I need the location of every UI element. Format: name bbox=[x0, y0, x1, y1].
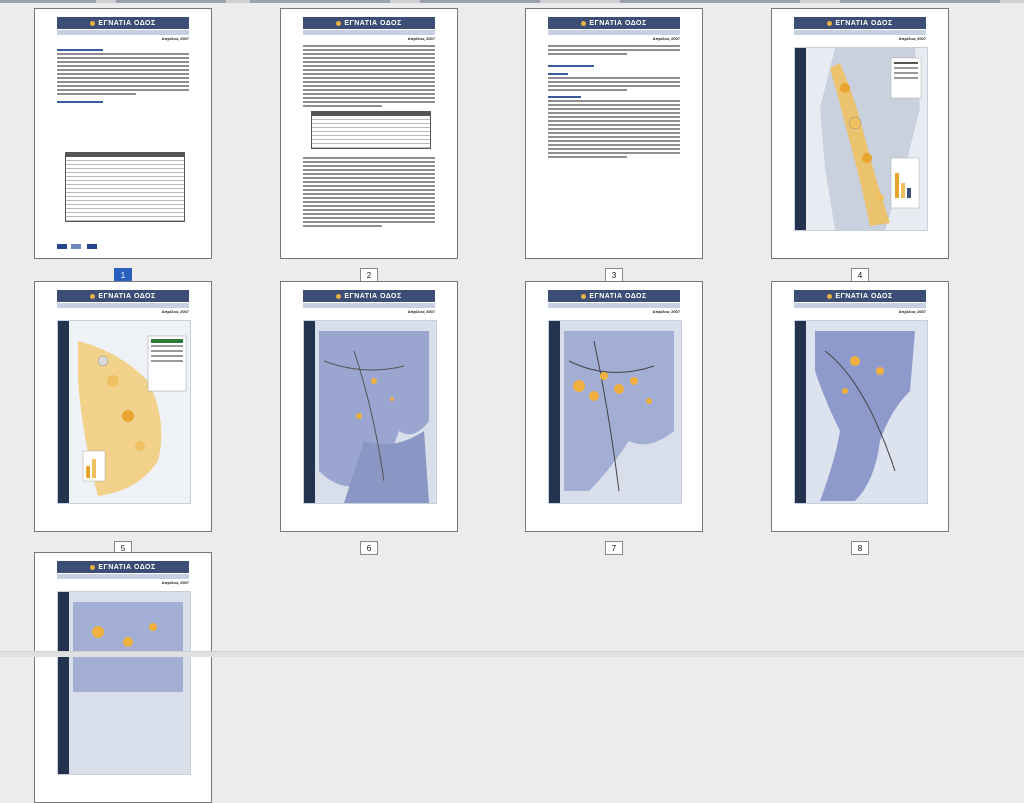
header-date: Απρίλιος 2007 bbox=[161, 309, 189, 314]
page-header: ΕΓΝΑΤΙΑ ΟΔΟΣ Απρίλιος 2007 bbox=[57, 290, 189, 314]
toolbar-segment bbox=[116, 0, 226, 3]
map-figure bbox=[57, 591, 191, 775]
header-date: Απρίλιος 2007 bbox=[161, 580, 189, 585]
vertical-caption-band bbox=[795, 321, 806, 503]
page-footer-logos bbox=[57, 244, 189, 250]
page-text bbox=[303, 45, 435, 109]
header-bar bbox=[303, 306, 435, 308]
header-bar bbox=[57, 306, 189, 308]
toolbar-segment bbox=[420, 0, 540, 3]
vertical-caption-band bbox=[58, 592, 69, 774]
map-figure bbox=[794, 320, 928, 504]
page-header: ΕΓΝΑΤΙΑ ΟΔΟΣ Απρίλιος 2007 bbox=[548, 17, 680, 41]
map-figure bbox=[303, 320, 437, 504]
brand-logo: ΕΓΝΑΤΙΑ ΟΔΟΣ bbox=[794, 290, 926, 302]
brand-logo: ΕΓΝΑΤΙΑ ΟΔΟΣ bbox=[57, 561, 189, 573]
toolbar-segment bbox=[620, 0, 800, 3]
page-text bbox=[57, 49, 189, 105]
header-bar bbox=[57, 577, 189, 579]
brand-logo: ΕΓΝΑΤΙΑ ΟΔΟΣ bbox=[57, 17, 189, 29]
header-bar bbox=[57, 33, 189, 35]
map-illustration bbox=[795, 321, 927, 503]
toolbar-segment bbox=[0, 0, 96, 3]
header-bar bbox=[548, 306, 680, 308]
page-number-label[interactable]: 1 bbox=[114, 268, 132, 282]
brand-logo: ΕΓΝΑΤΙΑ ΟΔΟΣ bbox=[303, 17, 435, 29]
page-preview[interactable]: ΕΓΝΑΤΙΑ ΟΔΟΣ Απρίλιος 2007 bbox=[34, 552, 212, 803]
page-number-label[interactable]: 2 bbox=[360, 268, 378, 282]
map-illustration bbox=[795, 48, 927, 230]
vertical-caption-band bbox=[795, 48, 806, 230]
page-preview[interactable]: ΕΓΝΑΤΙΑ ΟΔΟΣ Απρίλιος 2007 bbox=[771, 8, 949, 259]
toolbar-segment bbox=[250, 0, 390, 3]
vertical-caption-band bbox=[549, 321, 560, 503]
page-header: ΕΓΝΑΤΙΑ ΟΔΟΣ Απρίλιος 2007 bbox=[548, 290, 680, 314]
map-figure bbox=[794, 47, 928, 231]
page-preview[interactable]: ΕΓΝΑΤΙΑ ΟΔΟΣ Απρίλιος 2007 bbox=[280, 8, 458, 259]
page-number-label[interactable]: 3 bbox=[605, 268, 623, 282]
map-illustration bbox=[304, 321, 436, 503]
page-preview[interactable]: ΕΓΝΑΤΙΑ ΟΔΟΣ Απρίλιος 2007 bbox=[771, 281, 949, 532]
header-bar bbox=[303, 33, 435, 35]
map-figure bbox=[57, 320, 191, 504]
toolbar-segment bbox=[840, 0, 1000, 3]
page-preview[interactable]: ΕΓΝΑΤΙΑ ΟΔΟΣ Απρίλιος 2007 bbox=[525, 281, 703, 532]
page-text bbox=[548, 45, 680, 160]
page-number-label[interactable]: 4 bbox=[851, 268, 869, 282]
vertical-caption-band bbox=[58, 321, 69, 503]
map-illustration bbox=[58, 592, 190, 774]
brand-logo: ΕΓΝΑΤΙΑ ΟΔΟΣ bbox=[303, 290, 435, 302]
page-number-label[interactable]: 7 bbox=[605, 541, 623, 555]
page-header: ΕΓΝΑΤΙΑ ΟΔΟΣ Απρίλιος 2007 bbox=[303, 17, 435, 41]
page-text bbox=[303, 157, 435, 229]
map-illustration bbox=[58, 321, 190, 503]
header-bar bbox=[794, 306, 926, 308]
header-date: Απρίλιος 2007 bbox=[898, 36, 926, 41]
brand-logo: ΕΓΝΑΤΙΑ ΟΔΟΣ bbox=[794, 17, 926, 29]
vertical-caption-band bbox=[304, 321, 315, 503]
data-table bbox=[311, 111, 431, 149]
brand-logo: ΕΓΝΑΤΙΑ ΟΔΟΣ bbox=[548, 17, 680, 29]
page-number-label[interactable]: 8 bbox=[851, 541, 869, 555]
map-illustration bbox=[549, 321, 681, 503]
page-header: ΕΓΝΑΤΙΑ ΟΔΟΣ Απρίλιος 2007 bbox=[57, 17, 189, 41]
page-header: ΕΓΝΑΤΙΑ ΟΔΟΣ Απρίλιος 2007 bbox=[794, 17, 926, 41]
header-date: Απρίλιος 2007 bbox=[407, 309, 435, 314]
page-number-label[interactable]: 6 bbox=[360, 541, 378, 555]
brand-logo: ΕΓΝΑΤΙΑ ΟΔΟΣ bbox=[548, 290, 680, 302]
brand-logo: ΕΓΝΑΤΙΑ ΟΔΟΣ bbox=[57, 290, 189, 302]
top-toolbar-strip bbox=[0, 0, 1024, 3]
horizontal-scrollbar[interactable] bbox=[0, 651, 1024, 657]
header-date: Απρίλιος 2007 bbox=[161, 36, 189, 41]
page-header: ΕΓΝΑΤΙΑ ΟΔΟΣ Απρίλιος 2007 bbox=[57, 561, 189, 585]
header-date: Απρίλιος 2007 bbox=[652, 36, 680, 41]
page-header: ΕΓΝΑΤΙΑ ΟΔΟΣ Απρίλιος 2007 bbox=[794, 290, 926, 314]
header-date: Απρίλιος 2007 bbox=[652, 309, 680, 314]
data-table bbox=[65, 152, 185, 222]
page-preview[interactable]: ΕΓΝΑΤΙΑ ΟΔΟΣ Απρίλιος 2007 bbox=[525, 8, 703, 259]
header-date: Απρίλιος 2007 bbox=[407, 36, 435, 41]
page-preview[interactable]: ΕΓΝΑΤΙΑ ΟΔΟΣ Απρίλιος 2007 bbox=[280, 281, 458, 532]
page-preview[interactable]: ΕΓΝΑΤΙΑ ΟΔΟΣ Απρίλιος 2007 bbox=[34, 281, 212, 532]
header-bar bbox=[548, 33, 680, 35]
header-date: Απρίλιος 2007 bbox=[898, 309, 926, 314]
header-bar bbox=[794, 33, 926, 35]
page-preview[interactable]: ΕΓΝΑΤΙΑ ΟΔΟΣ Απρίλιος 2007 bbox=[34, 8, 212, 259]
map-figure bbox=[548, 320, 682, 504]
page-header: ΕΓΝΑΤΙΑ ΟΔΟΣ Απρίλιος 2007 bbox=[303, 290, 435, 314]
